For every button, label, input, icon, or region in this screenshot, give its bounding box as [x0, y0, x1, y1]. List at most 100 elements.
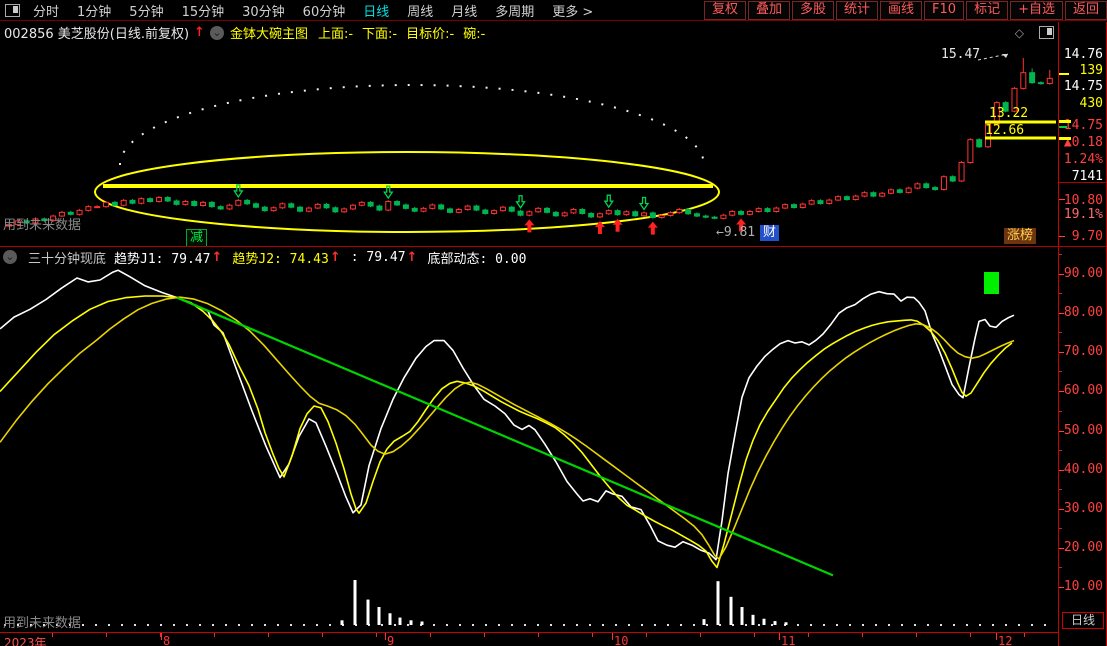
level-12-66-label: 12.66	[985, 123, 1025, 138]
bottom-dynamic-value: 底部动态: 0.00	[427, 251, 527, 267]
j3-up-arrow-icon: ↑	[406, 249, 418, 265]
toolbar-button-多股[interactable]: 多股	[791, 0, 834, 20]
trading-app-window: 分时 1分钟 5分钟 15分钟 30分钟 60分钟 日线 周线 月线 多周期 更多 > 复权 叠加 多股…	[0, 0, 1107, 646]
time-tick-month	[161, 633, 162, 640]
reduce-badge[interactable]: 减	[186, 229, 208, 247]
menu-item-周线[interactable]: 周线	[398, 1, 442, 20]
toolbar-button-叠加[interactable]: 叠加	[747, 0, 790, 20]
quote-label-10.80: 10.80	[1063, 193, 1103, 208]
ytick-label-90: 90.00	[1063, 266, 1103, 282]
time-tick-minor	[376, 633, 377, 637]
menu-item-1分钟[interactable]: 1分钟	[68, 1, 120, 20]
time-tick-minor	[700, 633, 701, 637]
title-bar-icons: ◇	[1015, 26, 1058, 40]
time-tick-minor	[106, 633, 107, 637]
axis-tick	[1059, 73, 1069, 75]
time-tick-month	[385, 633, 386, 640]
time-tick-minor	[970, 633, 971, 637]
timeframe-menu: 分时 1分钟 5分钟 15分钟 30分钟 60分钟 日线 周线 月线 多周期 更多 >	[24, 1, 602, 20]
menu-item-更多 >[interactable]: 更多 >	[543, 1, 602, 20]
ytick	[1059, 469, 1064, 471]
month-label-8: 8	[163, 634, 171, 646]
j2-up-arrow-icon: ↑	[329, 249, 341, 265]
window-panel-icon[interactable]	[5, 3, 20, 17]
toolbar-button-标记[interactable]: 标记	[966, 0, 1009, 20]
toolbar-button-统计[interactable]: 统计	[836, 0, 879, 20]
marked-low-label: ←9.81	[716, 225, 756, 240]
j1-value: 趋势J1: 79.47	[114, 251, 211, 267]
indicator-header: ⌄ 三十分钟现底 趋势J1: 79.47 ↑ 趋势J2: 74.43 ↑ : 7…	[3, 249, 527, 267]
indicator-name: 三十分钟现底	[28, 251, 107, 267]
toolbar-button-返回[interactable]: 返回	[1064, 0, 1107, 20]
ytick-minor	[1059, 332, 1062, 334]
diamond-icon[interactable]: ◇	[1015, 26, 1024, 40]
time-tick-month	[779, 633, 780, 640]
time-tick-minor	[1024, 633, 1025, 637]
time-tick-month	[612, 633, 613, 640]
time-tick-minor	[646, 633, 647, 637]
axis-tick	[1059, 120, 1071, 123]
ytick	[1059, 508, 1064, 510]
time-tick-month	[996, 633, 997, 640]
j1-up-arrow-icon: ↑	[211, 249, 223, 265]
indicator-panel-chart[interactable]	[0, 248, 1058, 632]
time-tick-minor	[214, 633, 215, 637]
toolbar-button-复权[interactable]: 复权	[703, 0, 746, 20]
ytick-label-40: 40.00	[1063, 461, 1103, 477]
field-upper: 上面:-	[317, 27, 354, 42]
finance-badge[interactable]: 财	[760, 225, 780, 241]
indicator-collapse-icon[interactable]: ⌄	[3, 250, 17, 264]
future-data-watermark: 用到未来数据	[3, 218, 82, 233]
split-window-icon[interactable]	[1039, 26, 1054, 39]
month-label-11: 11	[781, 634, 796, 646]
ytick	[1059, 391, 1064, 393]
period-box[interactable]: 日线	[1062, 612, 1104, 629]
menu-item-5分钟[interactable]: 5分钟	[120, 1, 172, 20]
month-label-10: 10	[614, 634, 629, 646]
month-label-12: 12	[998, 634, 1013, 646]
main-candlestick-chart[interactable]	[0, 43, 1058, 246]
toolbar-button-画线[interactable]: 画线	[880, 0, 923, 20]
toolbar-buttons: 复权 叠加 多股 统计 画线 F10 标记 +自选 返回	[702, 0, 1107, 20]
menu-item-30分钟[interactable]: 30分钟	[233, 1, 294, 20]
time-axis: 2023年 8 9 10 11 12	[0, 632, 1058, 646]
menu-item-日线[interactable]: 日线	[354, 1, 398, 20]
menu-item-月线[interactable]: 月线	[442, 1, 486, 20]
menu-item-多周期[interactable]: 多周期	[486, 1, 543, 20]
series-趋势J2	[0, 295, 1013, 569]
axis-tick	[1059, 126, 1067, 128]
ytick-minor	[1059, 371, 1062, 373]
series-趋势J2慢线	[0, 296, 1015, 560]
ytick-label-30: 30.00	[1063, 500, 1103, 516]
ytick-label-80: 80.00	[1063, 305, 1103, 321]
ytick-minor	[1059, 567, 1062, 569]
stock-code-name: 002856 美芝股份(日线.前复权)	[4, 27, 190, 42]
marked-high-label: 15.47	[941, 47, 981, 62]
time-tick-minor	[322, 633, 323, 637]
ytick	[1059, 352, 1064, 354]
month-label-9: 9	[387, 634, 395, 646]
toolbar-button-F10[interactable]: F10	[924, 0, 965, 20]
ytick	[1059, 587, 1064, 589]
quote-label-9.70: 9.70	[1071, 229, 1103, 244]
time-tick-minor	[268, 633, 269, 637]
menu-item-分时[interactable]: 分时	[24, 1, 68, 20]
time-tick-minor	[538, 633, 539, 637]
ytick	[1059, 313, 1064, 315]
quote-label-7141: 7141	[1071, 169, 1103, 184]
sell-arrow-icon	[638, 196, 650, 211]
sell-arrow-icon	[515, 195, 526, 209]
menu-item-60分钟[interactable]: 60分钟	[294, 1, 355, 20]
ytick	[1059, 547, 1064, 549]
ytick-minor	[1059, 254, 1062, 256]
gainers-badge[interactable]: 涨榜	[1004, 228, 1037, 244]
j3-value: : 79.47	[350, 249, 406, 265]
field-lower: 下面:-	[362, 27, 398, 42]
main-indicator-title: 金钵大碗主图	[229, 27, 308, 42]
j2-value: 趋势J2: 74.43	[232, 251, 329, 267]
toolbar-button-+自选[interactable]: +自选	[1010, 0, 1063, 20]
menu-item-15分钟[interactable]: 15分钟	[173, 1, 234, 20]
collapse-chevron-icon[interactable]: ⌄	[209, 25, 224, 40]
field-target: 目标价:-	[406, 27, 455, 42]
ytick-minor	[1059, 410, 1062, 412]
